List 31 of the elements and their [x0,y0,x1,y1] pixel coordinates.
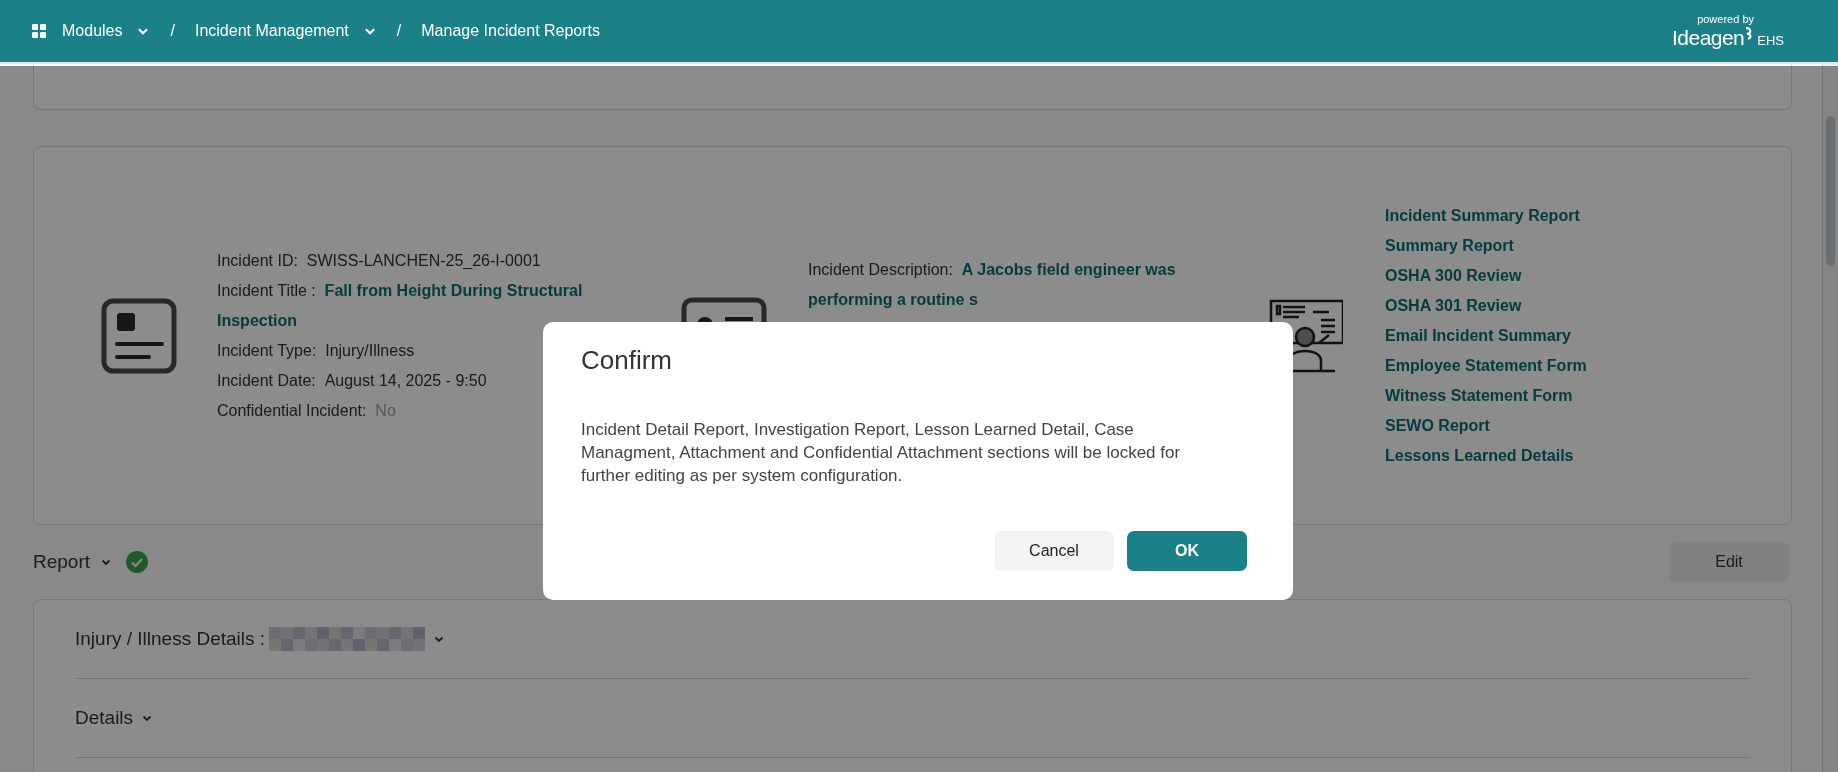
presentation-icon [1269,298,1343,373]
breadcrumb-item[interactable]: Manage Incident Reports [421,19,601,43]
edit-button[interactable]: Edit [1669,542,1789,582]
breadcrumb-separator: / [170,21,175,41]
brand-suffix: EHS [1757,32,1784,50]
incident-description: Incident Description: A Jacobs field engineer was performing a routine s [808,260,1177,310]
incident-field: Incident Title : Fall from Height During Structural Inspection [217,275,617,336]
brand-name: Ideagen [1672,26,1745,50]
document-icon [101,297,177,374]
section-toggle[interactable]: Injury / Illness Details : [75,624,266,654]
grid-icon [32,24,46,38]
id-card-icon [681,297,767,324]
report-link[interactable]: Incident Summary Report [1385,200,1587,231]
cancel-button[interactable]: Cancel [994,531,1114,571]
section-toggle[interactable]: Details [75,703,134,733]
report-link[interactable]: OSHA 300 Review [1385,260,1587,291]
report-link[interactable]: Summary Report [1385,230,1587,261]
brand-tagline: powered by [1697,12,1754,26]
breadcrumb-item[interactable]: Incident Management [194,19,377,43]
report-link[interactable]: SEWO Report [1385,410,1587,441]
dialog-message: Incident Detail Report, Investigation Report, Lesson Learned Detail, Case Managment, Attachment and Confidential Attachment sections will be locked for further editing as per system configuration. [581,419,1182,487]
breadcrumb-item[interactable]: Modules [62,19,151,43]
breadcrumb-separator: / [396,21,402,41]
report-link[interactable]: Employee Statement Form [1385,350,1587,381]
report-link[interactable]: Witness Statement Form [1385,380,1587,411]
report-toggle[interactable]: Report [33,547,113,577]
ok-button[interactable]: OK [1127,531,1247,571]
report-link[interactable]: OSHA 301 Review [1385,290,1587,321]
report-link[interactable]: Lessons Learned Details [1385,440,1587,471]
report-link[interactable]: Email Incident Summary [1385,320,1587,351]
incident-field: Incident ID: SWISS-LANCHEN-25_26-I-0001 [217,245,617,276]
